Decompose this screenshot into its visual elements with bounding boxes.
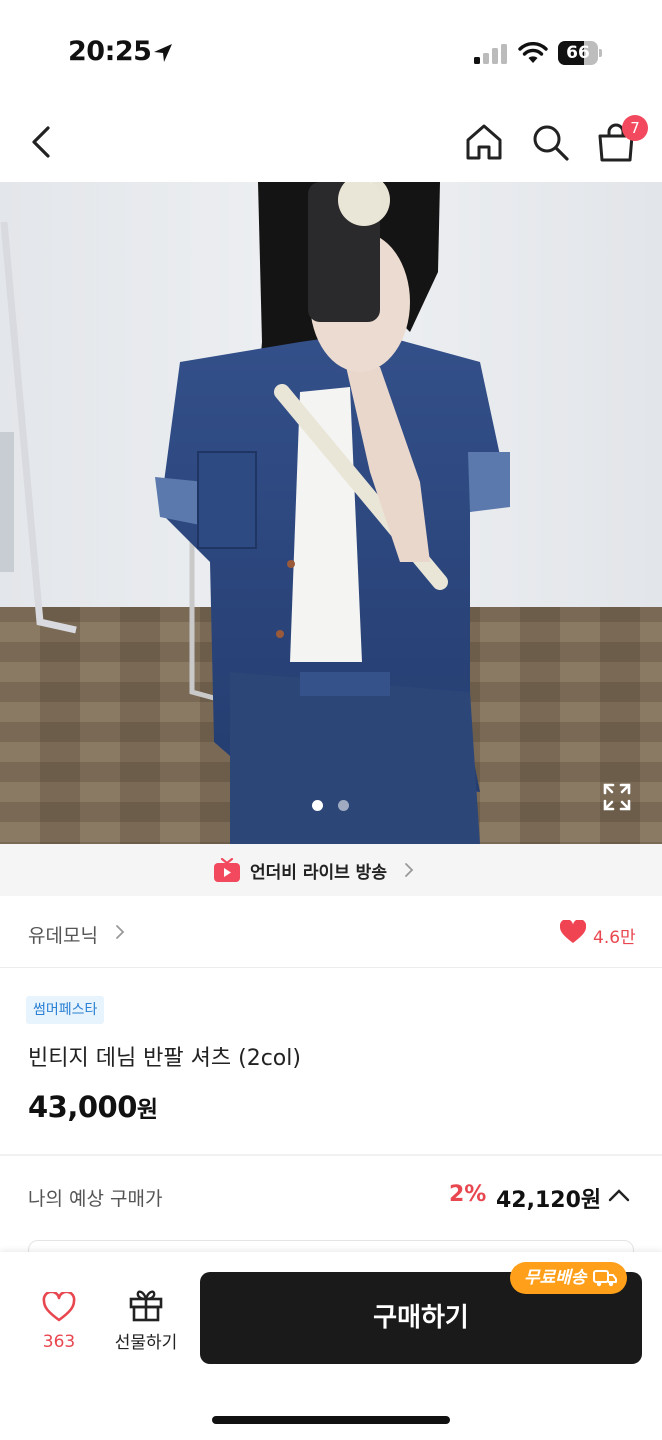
status-bar: 20:25 66: [0, 0, 662, 100]
wifi-icon: [518, 42, 548, 63]
free-shipping-badge: 무료배송: [510, 1262, 627, 1294]
price-value: 43,000: [28, 1090, 137, 1124]
battery-indicator: 66: [558, 41, 602, 65]
chevron-right-icon: [405, 863, 414, 877]
wishlist-count: 363: [42, 1332, 76, 1352]
expected-discount: 2%: [449, 1182, 487, 1207]
battery-percent: 66: [566, 43, 590, 63]
status-time: 20:25: [68, 36, 152, 67]
price-unit: 원: [136, 1097, 158, 1123]
gift-button[interactable]: 선물하기: [106, 1286, 186, 1358]
heart-icon[interactable]: [560, 920, 586, 944]
free-shipping-label: 무료배송: [524, 1268, 587, 1288]
pagination-dot-active[interactable]: [312, 800, 323, 811]
product-image[interactable]: [0, 182, 662, 844]
home-icon[interactable]: [462, 120, 506, 164]
product-photo: [0, 182, 662, 844]
home-indicator: [212, 1416, 450, 1424]
cellular-signal-icon: [474, 44, 507, 64]
gift-icon: [129, 1290, 163, 1322]
top-nav-bar: [0, 100, 662, 182]
image-pagination-dots: [310, 800, 354, 812]
expected-price-label: 나의 예상 구매가: [28, 1188, 163, 1210]
live-broadcast-banner[interactable]: 언더비 라이브 방송: [0, 844, 662, 896]
search-icon[interactable]: [528, 120, 572, 164]
truck-icon: [592, 1270, 617, 1287]
brand-name-link[interactable]: 유데모닉: [28, 921, 98, 948]
bottom-action-bar: 363 선물하기 구매하기 무료배송: [0, 1252, 662, 1440]
wishlist-button[interactable]: 363: [26, 1288, 92, 1358]
cart-count-badge: 7: [622, 115, 648, 141]
expected-price-toggle[interactable]: 나의 예상 구매가 2% 42,120원: [0, 1156, 662, 1236]
brand-likes-count: 4.6만: [593, 928, 636, 948]
gift-label: 선물하기: [114, 1333, 178, 1353]
brand-row: 유데모닉 4.6만: [0, 896, 662, 968]
product-price: 43,000원: [28, 1090, 158, 1124]
location-arrow-icon: [154, 44, 172, 62]
back-arrow-icon[interactable]: [22, 120, 62, 164]
live-banner-label: 언더비 라이브 방송: [250, 863, 387, 883]
promo-tag: 썸머페스타: [26, 996, 105, 1024]
heart-outline-icon: [42, 1292, 76, 1322]
product-title: 빈티지 데님 반팔 셔츠 (2col): [28, 1046, 301, 1071]
expand-icon[interactable]: [602, 782, 632, 812]
pagination-dot[interactable]: [338, 800, 349, 811]
chevron-up-icon[interactable]: [608, 1188, 630, 1202]
chevron-right-icon[interactable]: [114, 924, 126, 940]
live-tv-icon: [214, 858, 240, 882]
expected-price-value: 42,120원: [496, 1188, 602, 1213]
